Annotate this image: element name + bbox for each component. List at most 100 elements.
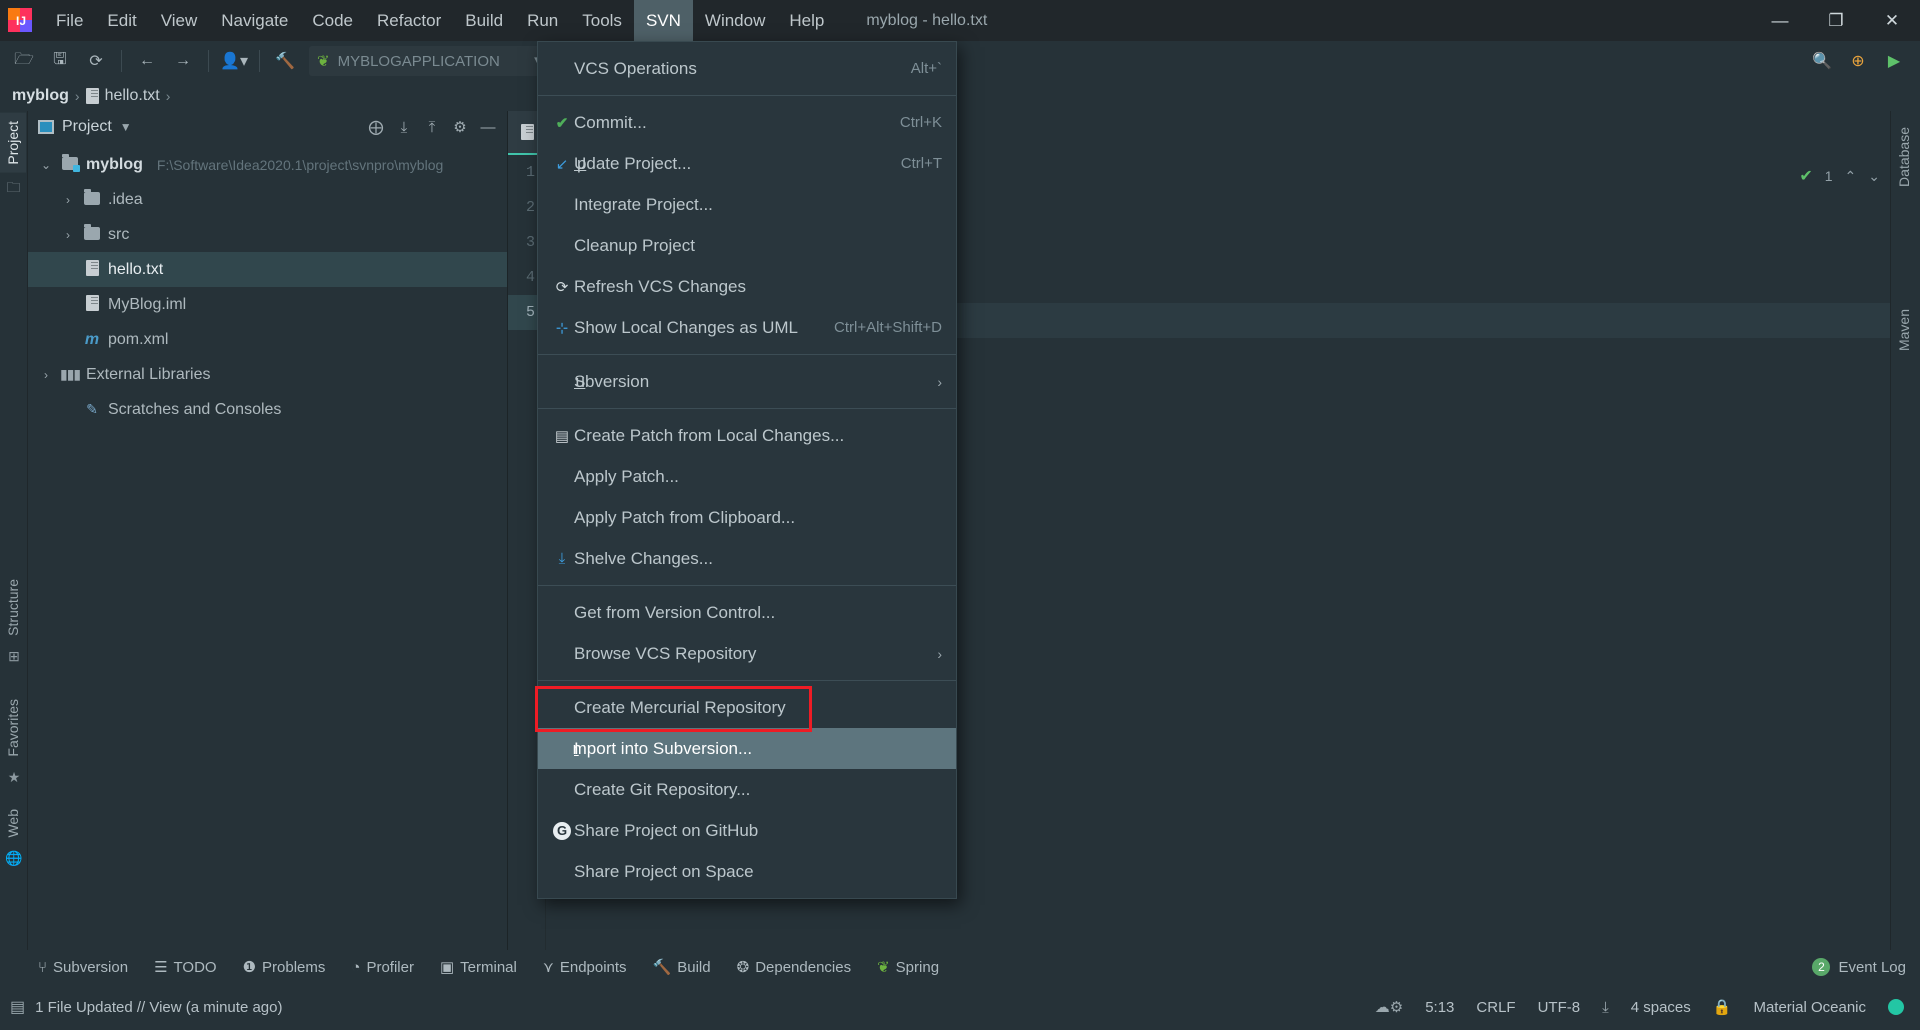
run-icon[interactable]: ▶ (1879, 46, 1909, 76)
back-arrow-icon[interactable]: ← (132, 46, 162, 76)
sidebar-item-project[interactable]: Project (0, 113, 26, 173)
chevron-right-icon[interactable]: › (937, 374, 942, 390)
menu-view[interactable]: View (149, 0, 210, 41)
tree-node-scratches[interactable]: ✎ Scratches and Consoles (28, 392, 507, 427)
menu-item-create-mercurial-repository[interactable]: Create Mercurial Repository (538, 687, 956, 728)
bottom-tab-build[interactable]: 🔨 Build (649, 956, 715, 978)
tree-node-hello-txt[interactable]: hello.txt (28, 252, 507, 287)
menu-item-share-project-on-space[interactable]: Share Project on Space (538, 851, 956, 892)
download-icon[interactable]: ⤓ (1602, 999, 1609, 1016)
chevron-right-icon[interactable]: › (38, 368, 54, 382)
bottom-tab-dependencies[interactable]: ❂ Dependencies (733, 956, 855, 978)
bottom-tab-subversion[interactable]: ⑂ Subversion (34, 957, 132, 978)
menu-navigate[interactable]: Navigate (209, 0, 300, 41)
bottom-tab-endpoints[interactable]: ⋎ Endpoints (539, 956, 631, 978)
menu-item-apply-patch-from-clipboard[interactable]: Apply Patch from Clipboard... (538, 497, 956, 538)
bottom-tab-problems[interactable]: ❶ Problems (239, 956, 330, 978)
menu-item-create-git-repository[interactable]: Create Git Repository... (538, 769, 956, 810)
bottom-tab-profiler[interactable]: ◔ Profiler (347, 957, 418, 978)
menu-item-import-into-subversion[interactable]: Import into Subversion... (538, 728, 956, 769)
collapse-all-icon[interactable]: ⤒ (423, 119, 441, 136)
menu-item-refresh-vcs-changes[interactable]: ⟳ Refresh VCS Changes (538, 266, 956, 307)
menu-window[interactable]: Window (693, 0, 777, 41)
menu-item-subversion[interactable]: Subversion › (538, 361, 956, 402)
next-occurrence-icon[interactable]: ⌄ (1868, 168, 1880, 185)
sidebar-item-favorites[interactable]: Favorites (0, 691, 26, 765)
tree-node-pom-xml[interactable]: m pom.xml (28, 322, 507, 357)
menu-build[interactable]: Build (453, 0, 515, 41)
menu-tools[interactable]: Tools (570, 0, 634, 41)
sidebar-item-structure[interactable]: Structure (0, 571, 26, 644)
tree-node-myblog[interactable]: ⌄ myblog F:\Software\Idea2020.1\project\… (28, 147, 507, 182)
profile-icon[interactable]: 👤▾ (219, 46, 249, 76)
breadcrumb-project[interactable]: myblog (12, 87, 69, 105)
sidebar-item-web[interactable]: Web (0, 801, 26, 846)
menu-item-integrate-project[interactable]: Integrate Project... (538, 184, 956, 225)
menu-item-commit[interactable]: ✔ Commit... Ctrl+K (538, 102, 956, 143)
menu-item-get-from-version-control[interactable]: Get from Version Control... (538, 592, 956, 633)
menu-item-cleanup-project[interactable]: Cleanup Project (538, 225, 956, 266)
open-folder-icon[interactable]: 🗁 (9, 46, 39, 76)
tree-node-src[interactable]: › src (28, 217, 507, 252)
menu-svn[interactable]: SVN (633, 0, 693, 41)
sidebar-item-database[interactable]: Database (1891, 119, 1917, 195)
minimize-button[interactable]: — (1752, 0, 1808, 41)
indent-setting[interactable]: 4 spaces (1631, 999, 1691, 1016)
menu-item-apply-patch[interactable]: Apply Patch... (538, 456, 956, 497)
close-button[interactable]: ✕ (1864, 0, 1920, 41)
menu-item-show-local-changes-as-uml[interactable]: ⊹ Show Local Changes as UML Ctrl+Alt+Shi… (538, 307, 956, 348)
event-log-widget[interactable]: 2 Event Log (1812, 950, 1906, 984)
maximize-button[interactable]: ❐ (1808, 0, 1864, 41)
expand-all-icon[interactable]: ⤓ (395, 119, 413, 136)
lock-icon[interactable]: 🔒 (1713, 998, 1732, 1016)
project-panel-header-icons: ⨁ ⤓ ⤒ ⚙ — (367, 118, 501, 137)
bottom-tab-terminal[interactable]: ▣ Terminal (436, 956, 521, 978)
menu-refactor[interactable]: Refactor (365, 0, 453, 41)
settings-gear-icon[interactable]: ⚙ (451, 118, 469, 136)
file-encoding[interactable]: UTF-8 (1538, 999, 1581, 1016)
menu-item-update-project[interactable]: ↙ Update Project... Ctrl+T (538, 143, 956, 184)
check-green-icon: ✔ (555, 114, 569, 132)
breadcrumb-file[interactable]: hello.txt (105, 87, 160, 105)
prev-occurrence-icon[interactable]: ⌃ (1845, 168, 1857, 185)
menu-item-share-project-on-github[interactable]: G Share Project on GitHub (538, 810, 956, 851)
chevron-down-icon[interactable]: ⌄ (38, 158, 54, 172)
sync-icon[interactable]: ⟳ (81, 46, 111, 76)
menu-item-create-patch-from-local-changes[interactable]: ▤ Create Patch from Local Changes... (538, 415, 956, 456)
menu-file[interactable]: File (44, 0, 95, 41)
bottom-tab-spring[interactable]: ❦ Spring (873, 956, 943, 978)
locate-icon[interactable]: ⨁ (367, 118, 385, 136)
chevron-down-icon[interactable]: ▼ (120, 120, 132, 134)
bottom-tab-todo[interactable]: ☰ TODO (150, 956, 221, 978)
menu-window-label: Window (704, 10, 766, 30)
status-message[interactable]: 1 File Updated // View (a minute ago) (35, 999, 282, 1016)
menu-code[interactable]: Code (300, 0, 365, 41)
menu-edit[interactable]: Edit (95, 0, 148, 41)
tree-node-myblog-iml[interactable]: MyBlog.iml (28, 287, 507, 322)
caret-position[interactable]: 5:13 (1425, 999, 1454, 1016)
menu-item-browse-vcs-repository[interactable]: Browse VCS Repository › (538, 633, 956, 674)
build-hammer-icon[interactable]: 🔨 (270, 46, 300, 76)
iml-file-icon (82, 295, 102, 314)
forward-arrow-icon[interactable]: → (168, 46, 198, 76)
tree-node-idea[interactable]: › .idea (28, 182, 507, 217)
hide-panel-icon[interactable]: — (479, 119, 497, 136)
menu-item-vcs-operations[interactable]: VCS Operations Alt+` (538, 48, 956, 89)
run-configuration-selector[interactable]: ❦ MYBLOGAPPLICATION ▼ (309, 46, 554, 76)
save-icon[interactable]: 🖫 (45, 46, 75, 76)
search-icon[interactable]: 🔍 (1807, 46, 1837, 76)
menu-run[interactable]: Run (515, 0, 570, 41)
menu-item-shelve-changes[interactable]: ⤓ Shelve Changes... (538, 538, 956, 579)
chevron-right-icon[interactable]: › (937, 646, 942, 662)
theme-label[interactable]: Material Oceanic (1753, 999, 1866, 1016)
chevron-right-icon[interactable]: › (60, 193, 76, 207)
project-tool-window: Project ▼ ⨁ ⤓ ⤒ ⚙ — ⌄ myblog F:\Software… (28, 111, 508, 950)
line-separator[interactable]: CRLF (1476, 999, 1515, 1016)
background-tasks-icon[interactable]: ☁⚙ (1375, 998, 1403, 1016)
tree-node-external-libraries[interactable]: › ▮▮▮ External Libraries (28, 357, 507, 392)
structure-icon: ⊞ (8, 647, 20, 664)
menu-help[interactable]: Help (777, 0, 836, 41)
update-badge-icon[interactable]: ⊕ (1843, 46, 1873, 76)
sidebar-item-maven[interactable]: Maven (1891, 301, 1917, 359)
chevron-right-icon[interactable]: › (60, 228, 76, 242)
